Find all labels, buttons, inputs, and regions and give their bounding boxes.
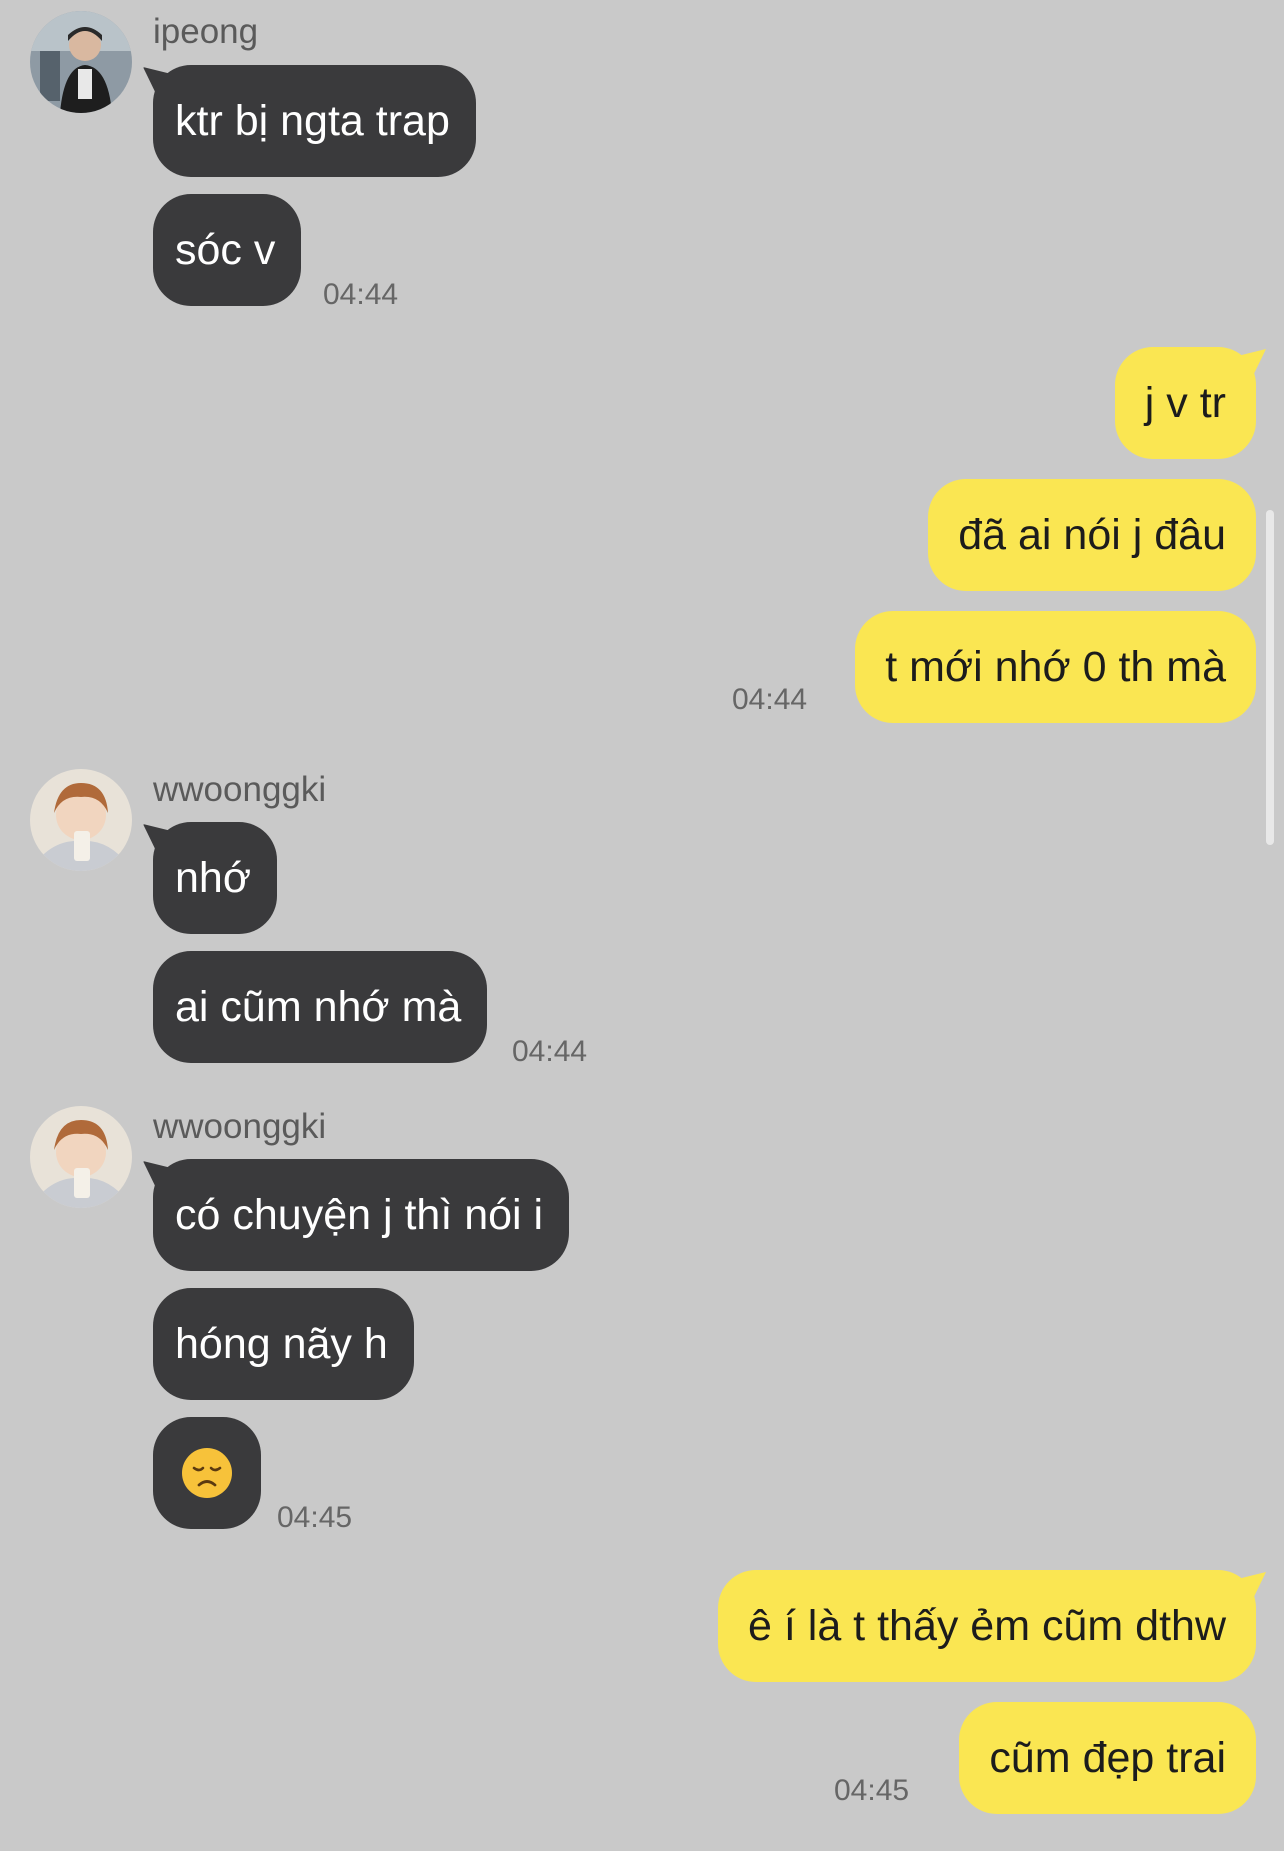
disappointed-face-icon — [182, 1448, 232, 1498]
avatar-photo-icon — [30, 769, 132, 871]
message-bubble[interactable]: cũm đẹp trai — [959, 1702, 1256, 1814]
message-bubble-emoji[interactable] — [153, 1417, 261, 1529]
message-timestamp: 04:44 — [512, 1035, 588, 1068]
message-timestamp: 04:44 — [323, 278, 399, 311]
message-bubble[interactable]: ktr bị ngta trap — [153, 65, 476, 177]
avatar-photo-icon — [30, 11, 132, 113]
message-bubble[interactable]: có chuyện j thì nói i — [153, 1159, 570, 1271]
message-bubble[interactable]: nhớ — [153, 822, 278, 934]
message-bubble[interactable]: hóng nãy h — [153, 1288, 414, 1400]
message-bubble[interactable]: j v tr — [1114, 347, 1256, 459]
sender-name: ipeong — [153, 12, 259, 51]
sender-name: wwoonggki — [153, 770, 327, 809]
message-timestamp: 04:44 — [732, 683, 808, 716]
chat-thread: ipeong ktr bị ngta trap sóc v 04:44 j v … — [0, 0, 1284, 1851]
message-bubble[interactable]: sóc v — [153, 194, 302, 306]
avatar-wwoonggki[interactable] — [30, 1106, 132, 1208]
message-bubble[interactable]: ai cũm nhớ mà — [153, 951, 488, 1063]
message-bubble[interactable]: đã ai nói j đâu — [928, 479, 1256, 591]
sender-name: wwoonggki — [153, 1107, 327, 1146]
avatar-ipeong[interactable] — [30, 11, 132, 113]
message-bubble[interactable]: ê í là t thấy ẻm cũm dthw — [718, 1570, 1256, 1682]
message-timestamp: 04:45 — [277, 1501, 353, 1534]
message-bubble[interactable]: t mới nhớ 0 th mà — [855, 611, 1256, 723]
avatar-photo-icon — [30, 1106, 132, 1208]
message-timestamp: 04:45 — [834, 1774, 910, 1807]
avatar-wwoonggki[interactable] — [30, 769, 132, 871]
scrollbar[interactable] — [1266, 510, 1274, 845]
